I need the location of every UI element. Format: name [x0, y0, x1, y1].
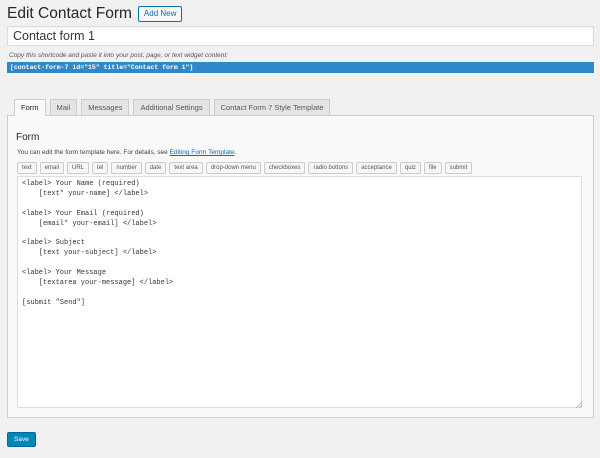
tab-mail[interactable]: Mail — [49, 99, 78, 115]
save-button[interactable]: Save — [7, 432, 36, 447]
resize-handle-icon[interactable] — [576, 402, 582, 408]
tag-button-email[interactable]: email — [39, 162, 65, 174]
tab-form[interactable]: Form — [14, 99, 46, 116]
tab-additional-settings[interactable]: Additional Settings — [133, 99, 210, 115]
form-panel: Form You can edit the form template here… — [7, 115, 594, 418]
tab-style-template[interactable]: Contact Form 7 Style Template — [213, 99, 331, 115]
description-suffix: . — [234, 149, 237, 156]
tag-generator-buttons: text email URL tel number date text area… — [17, 162, 475, 174]
tab-bar: Form Mail Messages Additional Settings C… — [14, 99, 334, 116]
tag-button-drop-down-menu[interactable]: drop-down menu — [205, 162, 261, 174]
tag-button-checkboxes[interactable]: checkboxes — [263, 162, 306, 174]
tag-button-acceptance[interactable]: acceptance — [356, 162, 397, 174]
description-text: You can edit the form template here. For… — [17, 149, 170, 156]
tag-button-text-area[interactable]: text area — [169, 162, 203, 174]
tag-button-url[interactable]: URL — [67, 162, 90, 174]
tag-button-submit[interactable]: submit — [444, 162, 473, 174]
shortcode-hint: Copy this shortcode and paste it into yo… — [9, 52, 228, 59]
shortcode-field[interactable]: [contact-form-7 id="15" title="Contact f… — [7, 62, 594, 73]
tag-button-date[interactable]: date — [144, 162, 167, 174]
form-title-input[interactable] — [7, 26, 594, 46]
tag-button-radio-buttons[interactable]: radio buttons — [308, 162, 354, 174]
form-template-editor[interactable]: <label> Your Name (required) [text* your… — [17, 176, 582, 408]
tag-button-text[interactable]: text — [17, 162, 37, 174]
tag-button-number[interactable]: number — [111, 162, 142, 174]
form-panel-description: You can edit the form template here. For… — [17, 149, 236, 156]
add-new-button[interactable]: Add New — [137, 6, 183, 22]
editing-form-template-link[interactable]: Editing Form Template — [170, 149, 235, 156]
tag-button-tel[interactable]: tel — [92, 162, 109, 174]
tab-messages[interactable]: Messages — [81, 99, 130, 115]
tag-button-file[interactable]: file — [423, 162, 442, 174]
tag-button-quiz[interactable]: quiz — [399, 162, 421, 174]
page-title: Edit Contact Form — [7, 5, 132, 22]
form-panel-heading: Form — [16, 132, 40, 143]
page-header: Edit Contact Form Add New — [7, 5, 183, 23]
